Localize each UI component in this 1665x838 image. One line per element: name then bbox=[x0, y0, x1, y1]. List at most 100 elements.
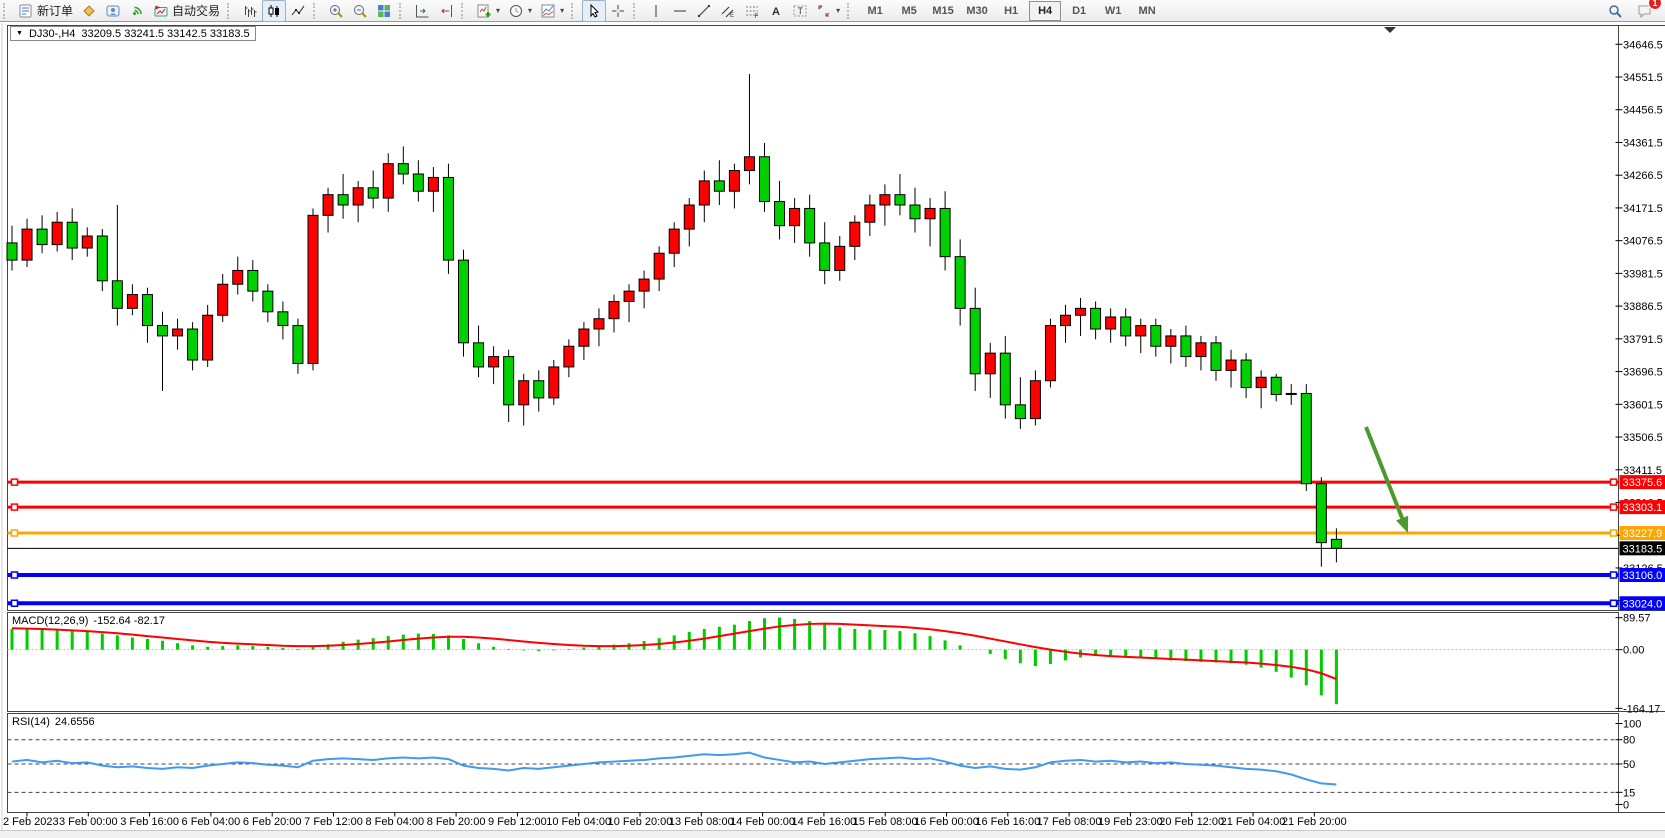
timeframe-mn-button[interactable]: MN bbox=[1131, 1, 1163, 21]
line-handle[interactable] bbox=[1611, 530, 1617, 536]
line-handle[interactable] bbox=[12, 504, 18, 510]
bear-candle bbox=[443, 177, 453, 260]
bull-candle bbox=[1256, 377, 1266, 387]
autotrading-button[interactable]: 自动交易 bbox=[149, 0, 224, 22]
text-label-button[interactable]: T bbox=[788, 0, 812, 22]
line-handle[interactable] bbox=[1611, 600, 1617, 606]
autoscroll-icon bbox=[414, 3, 430, 19]
text-button[interactable]: A bbox=[764, 0, 788, 22]
templates-button[interactable]: ▾ bbox=[536, 0, 568, 22]
svg-text:3 Feb 00:00: 3 Feb 00:00 bbox=[59, 816, 118, 828]
trendline-button[interactable] bbox=[692, 0, 716, 22]
time-axis[interactable]: 2 Feb 20233 Feb 00:003 Feb 16:006 Feb 04… bbox=[3, 813, 1347, 829]
timeframe-w1-button[interactable]: W1 bbox=[1097, 1, 1129, 21]
zoom-out-button[interactable] bbox=[348, 0, 372, 22]
bear-candle bbox=[1181, 336, 1191, 357]
bear-candle bbox=[338, 195, 348, 205]
toolbar-grip[interactable] bbox=[3, 3, 10, 19]
auto-scroll-button[interactable] bbox=[410, 0, 434, 22]
new-order-button[interactable]: 新订单 bbox=[14, 0, 77, 22]
crosshair-button[interactable] bbox=[606, 0, 630, 22]
bear-candle bbox=[1316, 484, 1326, 543]
horizontal-line-button[interactable] bbox=[668, 0, 692, 22]
timeframe-d1-button[interactable]: D1 bbox=[1063, 1, 1095, 21]
svg-text:16 Feb 00:00: 16 Feb 00:00 bbox=[914, 816, 979, 828]
indicators-button[interactable]: ▾ bbox=[472, 0, 504, 22]
metaeditor-button[interactable] bbox=[77, 0, 101, 22]
fibo-icon: F bbox=[744, 3, 760, 19]
line-handle[interactable] bbox=[1611, 479, 1617, 485]
periods-button[interactable]: ▾ bbox=[504, 0, 536, 22]
line-handle[interactable] bbox=[1611, 572, 1617, 578]
bear-candle bbox=[67, 222, 77, 248]
svg-text:10 Feb 04:00: 10 Feb 04:00 bbox=[546, 816, 611, 828]
chart-ohlc-values: 33209.5 33241.5 33142.5 33183.5 bbox=[81, 28, 249, 40]
bear-candle bbox=[775, 202, 785, 226]
dropdown-arrow-icon[interactable]: ▾ bbox=[528, 6, 532, 15]
svg-text:15 Feb 08:00: 15 Feb 08:00 bbox=[853, 816, 918, 828]
svg-text:15: 15 bbox=[1623, 787, 1635, 799]
search-button[interactable] bbox=[1603, 0, 1627, 22]
bull-candle bbox=[850, 222, 860, 246]
tile-windows-button[interactable] bbox=[372, 0, 396, 22]
line-handle[interactable] bbox=[12, 530, 18, 536]
svg-text:9 Feb 12:00: 9 Feb 12:00 bbox=[488, 816, 547, 828]
tile-icon bbox=[376, 3, 392, 19]
line-handle[interactable] bbox=[12, 479, 18, 485]
timeframe-m1-button[interactable]: M1 bbox=[859, 1, 891, 21]
toolbar-grip[interactable] bbox=[461, 3, 468, 19]
terminal-button[interactable] bbox=[101, 0, 125, 22]
bear-candle bbox=[459, 260, 469, 343]
dropdown-arrow-icon[interactable]: ▾ bbox=[560, 6, 564, 15]
notifications-button[interactable]: 1 bbox=[1633, 0, 1657, 22]
line-chart-button[interactable] bbox=[286, 0, 310, 22]
bull-candle bbox=[594, 319, 604, 329]
toolbar-grip[interactable] bbox=[847, 3, 854, 19]
toolbar-grip[interactable] bbox=[227, 3, 234, 19]
dropdown-arrow-icon[interactable]: ▾ bbox=[496, 6, 500, 15]
arrows-button[interactable]: ▾ bbox=[812, 0, 844, 22]
svg-text:0.00: 0.00 bbox=[1623, 645, 1644, 657]
price-axis[interactable]: 34646.534551.534456.534361.534266.534171… bbox=[1616, 39, 1663, 607]
timeframe-m15-button[interactable]: M15 bbox=[927, 1, 959, 21]
shift-icon bbox=[438, 3, 454, 19]
bull-candle bbox=[669, 229, 679, 253]
dropdown-arrow-icon[interactable]: ▾ bbox=[836, 6, 840, 15]
signals-button[interactable] bbox=[125, 0, 149, 22]
bear-candle bbox=[37, 229, 47, 245]
cursor-button[interactable] bbox=[582, 0, 606, 22]
chart-shift-button[interactable] bbox=[434, 0, 458, 22]
svg-text:E: E bbox=[730, 13, 734, 19]
chart-symbol-period: DJ30-,H4 bbox=[29, 28, 75, 40]
line-handle[interactable] bbox=[1611, 504, 1617, 510]
toolbar-grip[interactable] bbox=[399, 3, 406, 19]
timeframe-m5-button[interactable]: M5 bbox=[893, 1, 925, 21]
svg-text:16 Feb 16:00: 16 Feb 16:00 bbox=[975, 816, 1040, 828]
timeframe-h1-button[interactable]: H1 bbox=[995, 1, 1027, 21]
vertical-line-button[interactable] bbox=[644, 0, 668, 22]
toolbar-grip[interactable] bbox=[633, 3, 640, 19]
fibonacci-button[interactable]: F bbox=[740, 0, 764, 22]
bar-chart-button[interactable] bbox=[238, 0, 262, 22]
candlestick-chart-button[interactable] bbox=[262, 0, 286, 22]
equidistant-channel-button[interactable]: E bbox=[716, 0, 740, 22]
bull-candle bbox=[428, 177, 438, 191]
one-click-trading-expander-icon[interactable]: ▼ bbox=[16, 30, 23, 37]
bull-candle bbox=[203, 315, 213, 360]
timeframe-m30-button[interactable]: M30 bbox=[961, 1, 993, 21]
bull-candle bbox=[1061, 315, 1071, 325]
toolbar-grip[interactable] bbox=[571, 3, 578, 19]
bull-candle bbox=[218, 284, 228, 315]
timeframe-h4-button[interactable]: H4 bbox=[1029, 1, 1061, 21]
bull-candle bbox=[1076, 308, 1086, 315]
svg-text:34361.5: 34361.5 bbox=[1623, 137, 1663, 149]
zoom-in-button[interactable] bbox=[324, 0, 348, 22]
arrows-icon bbox=[816, 3, 832, 19]
line-handle[interactable] bbox=[12, 600, 18, 606]
bull-candle bbox=[880, 195, 890, 205]
channel-icon: E bbox=[720, 3, 736, 19]
line-handle[interactable] bbox=[12, 572, 18, 578]
toolbar-grip[interactable] bbox=[313, 3, 320, 19]
bear-candle bbox=[955, 257, 965, 309]
bear-candle bbox=[278, 312, 288, 326]
